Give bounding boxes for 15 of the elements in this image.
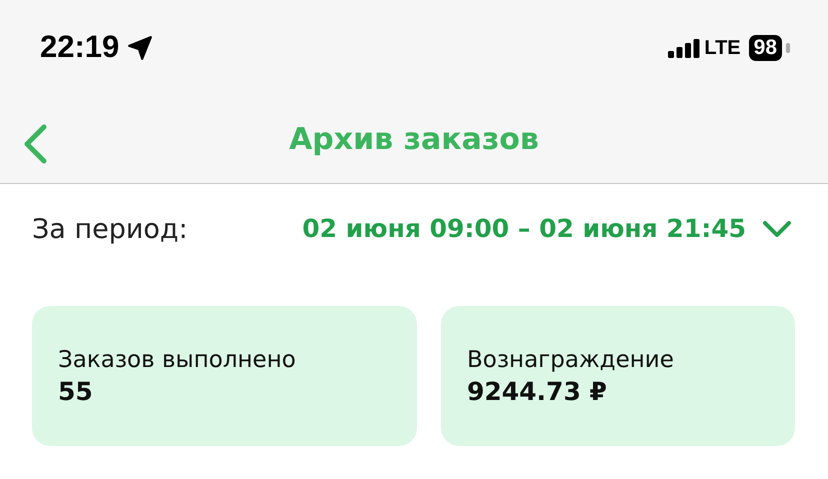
- location-arrow-icon: [127, 34, 154, 60]
- stat-label: Заказов выполнено: [58, 346, 297, 375]
- chevron-down-icon: [762, 220, 792, 238]
- battery-tip-icon: [786, 42, 790, 52]
- battery-level: 98: [748, 34, 782, 60]
- period-label: За период:: [32, 213, 188, 247]
- network-type: LTE: [704, 36, 741, 60]
- period-selector[interactable]: 02 июня 09:00 – 02 июня 21:45: [302, 210, 792, 248]
- back-button[interactable]: [22, 123, 48, 165]
- clock-time: 22:19: [40, 28, 120, 66]
- signal-icon: [668, 38, 700, 58]
- stat-value: 9244.73 ₽: [466, 376, 608, 408]
- stat-label: Вознаграждение: [466, 346, 675, 375]
- stat-value: 55: [58, 376, 94, 408]
- page-title: Архив заказов: [289, 120, 539, 158]
